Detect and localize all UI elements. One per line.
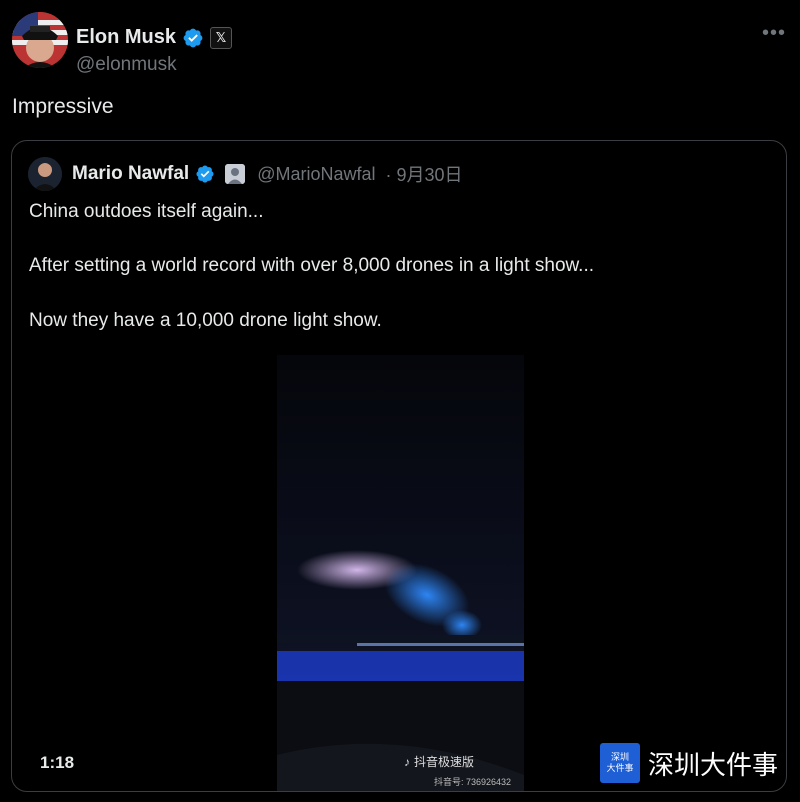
channel-name: 深圳大件事 bbox=[648, 750, 779, 781]
quoted-text-line-1: China outdoes itself again... bbox=[29, 201, 264, 222]
tweet-text: Impressive bbox=[12, 95, 114, 118]
channel-logo-icon: 深圳 大件事 bbox=[600, 743, 640, 783]
verified-icon bbox=[183, 28, 203, 47]
author-handle[interactable]: @elonmusk bbox=[76, 54, 177, 76]
tiktok-id: 抖音号: 736926432 bbox=[434, 777, 512, 787]
quoted-header: Mario Nawfal @MarioNawfal · 9月30日 bbox=[28, 157, 463, 191]
quoted-tweet[interactable]: Mario Nawfal @MarioNawfal · 9月30日 China … bbox=[11, 140, 787, 792]
more-options-icon[interactable]: ••• bbox=[762, 22, 786, 45]
tiktok-watermark: ♪ 抖音极速版 bbox=[404, 753, 474, 770]
author-avatar[interactable] bbox=[12, 12, 68, 68]
tiktok-icon: ♪ bbox=[404, 754, 410, 769]
x-logo-icon: 𝕏 bbox=[210, 26, 233, 49]
author-name[interactable]: Elon Musk bbox=[76, 26, 176, 49]
video-frame bbox=[277, 355, 524, 791]
quoted-date[interactable]: · 9月30日 bbox=[386, 161, 463, 187]
quoted-author-handle[interactable]: @MarioNawfal bbox=[257, 164, 375, 185]
quoted-text-line-3: Now they have a 10,000 drone light show. bbox=[29, 310, 382, 331]
affiliate-badge-icon bbox=[225, 164, 246, 184]
video-duration: 1:18 bbox=[40, 753, 75, 772]
quoted-author-name[interactable]: Mario Nawfal bbox=[72, 163, 189, 185]
video-player[interactable] bbox=[277, 355, 524, 791]
quoted-author-avatar[interactable] bbox=[28, 157, 62, 191]
channel-watermark: 深圳 大件事 深圳大件事 bbox=[600, 743, 778, 783]
verified-icon bbox=[196, 165, 214, 183]
tiktok-label: 抖音极速版 bbox=[414, 755, 475, 769]
tweet-header: Elon Musk 𝕏 @elonmusk ••• bbox=[12, 12, 788, 75]
quoted-text-line-2: After setting a world record with over 8… bbox=[29, 255, 595, 276]
